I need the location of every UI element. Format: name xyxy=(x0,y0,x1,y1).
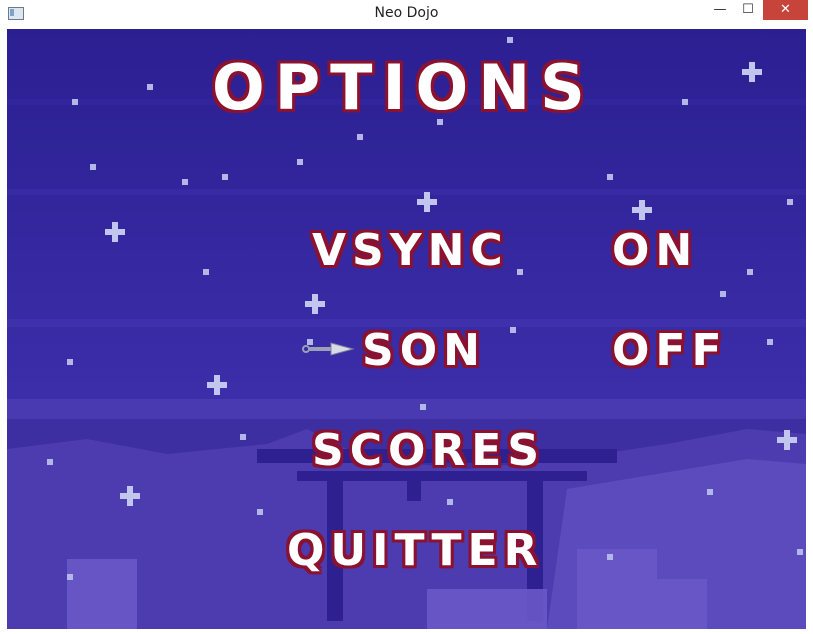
menu-item-quitter[interactable]: QUITTER xyxy=(287,525,543,576)
menu-item-son[interactable]: SON xyxy=(362,325,486,376)
title-bar[interactable]: Neo Dojo — ☐ ✕ xyxy=(0,0,813,28)
minimize-button[interactable]: — xyxy=(707,0,733,20)
menu-item-scores[interactable]: SCORES xyxy=(312,425,545,476)
menu-item-vsync[interactable]: VSYNC xyxy=(312,225,509,276)
horizon-band xyxy=(7,399,806,419)
game-canvas[interactable]: OPTIONS VSYNC ON SON OFF SCORES QUITTER xyxy=(7,29,806,629)
son-value[interactable]: OFF xyxy=(612,325,728,376)
window-title: Neo Dojo xyxy=(374,5,439,21)
game-window: Neo Dojo — ☐ ✕ OPTIONS VSYNC ON SON OFF … xyxy=(0,0,813,634)
vsync-value[interactable]: ON xyxy=(612,225,698,276)
maximize-button[interactable]: ☐ xyxy=(735,0,761,20)
close-button[interactable]: ✕ xyxy=(763,0,808,20)
options-title: OPTIONS xyxy=(212,51,595,124)
